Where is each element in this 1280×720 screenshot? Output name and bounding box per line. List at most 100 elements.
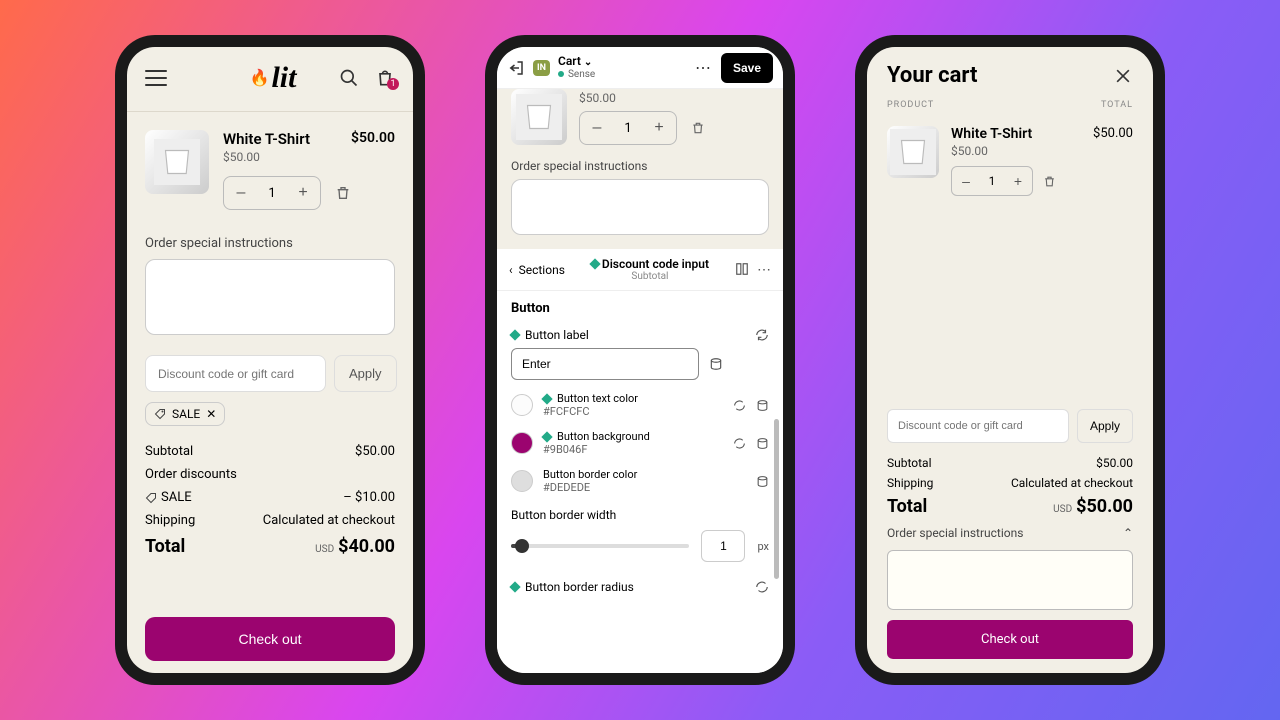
trash-icon[interactable] (1043, 175, 1056, 188)
page-title: Your cart (887, 63, 977, 88)
total-label: Total (145, 536, 185, 557)
instructions-textarea[interactable] (511, 179, 769, 235)
search-icon[interactable] (339, 68, 359, 88)
breadcrumb-subtitle: Subtotal (565, 271, 735, 282)
instructions-label: Order special instructions (511, 159, 769, 173)
product-total: $50.00 (351, 130, 395, 148)
sync-icon[interactable] (755, 328, 769, 342)
more-icon[interactable]: ⋯ (691, 58, 715, 77)
qty-plus[interactable]: + (642, 112, 676, 144)
scrollbar[interactable] (774, 419, 779, 579)
diamond-icon (589, 258, 600, 269)
subtotal-value: $50.00 (355, 444, 395, 459)
discounts-label: Order discounts (145, 467, 237, 482)
cart-icon[interactable]: 1 (375, 68, 395, 88)
qty-plus[interactable]: + (286, 177, 320, 209)
discount-chip[interactable]: SALE ✕ (145, 402, 225, 426)
border-width-label: Button border width (497, 500, 783, 524)
status-dot (558, 71, 564, 77)
instructions-toggle[interactable]: Order special instructions ⌃ (887, 520, 1133, 546)
diamond-icon (509, 581, 520, 592)
database-icon[interactable] (709, 357, 723, 371)
product-unit-price: $50.00 (579, 91, 769, 105)
shipping-label: Shipping (887, 476, 933, 490)
cart-badge: 1 (387, 78, 399, 90)
chip-remove[interactable]: ✕ (206, 407, 216, 421)
color-swatch[interactable] (511, 432, 533, 454)
color-swatch[interactable] (511, 394, 533, 416)
tag-icon (145, 492, 157, 504)
field-label: Button border radius (525, 580, 634, 594)
product-unit-price: $50.00 (223, 150, 395, 164)
color-hex: #DEDEDE (543, 481, 746, 494)
color-field-text[interactable]: Button text color #FCFCFC (497, 386, 783, 424)
color-field-bg[interactable]: Button background #9B046F (497, 424, 783, 462)
trash-icon[interactable] (691, 121, 705, 135)
checkout-button[interactable]: Check out (145, 617, 395, 661)
save-button[interactable]: Save (721, 53, 773, 83)
button-label-input[interactable] (511, 348, 699, 380)
cart-item: White T-Shirt $50.00 $50.00 – 1 + (145, 130, 395, 210)
diamond-icon (541, 431, 552, 442)
border-width-input[interactable] (701, 530, 745, 562)
shipping-value: Calculated at checkout (263, 513, 395, 528)
instructions-textarea[interactable] (887, 550, 1133, 610)
col-total: TOTAL (1101, 100, 1133, 110)
checkout-button[interactable]: Check out (887, 620, 1133, 659)
sync-icon[interactable] (755, 580, 769, 594)
unit-label: px (757, 540, 769, 553)
quantity-stepper[interactable]: – 1 + (223, 176, 321, 210)
qty-minus[interactable]: – (952, 173, 980, 189)
section-heading: Button (497, 291, 783, 322)
database-icon[interactable] (756, 399, 769, 412)
menu-icon[interactable] (145, 70, 167, 86)
product-thumbnail (511, 89, 567, 145)
diamond-icon (541, 393, 552, 404)
quantity-stepper[interactable]: – 1 + (579, 111, 677, 145)
qty-value: 1 (980, 174, 1004, 188)
field-label: Button label (525, 328, 589, 342)
qty-minus[interactable]: – (580, 112, 614, 144)
color-field-border[interactable]: Button border color #DEDEDE (497, 462, 783, 500)
product-title: White T-Shirt (223, 130, 310, 148)
total-value: $40.00 (338, 536, 395, 557)
store-badge: IN (533, 60, 550, 76)
layout-icon[interactable] (735, 262, 749, 276)
sync-icon[interactable] (733, 399, 746, 412)
quantity-stepper[interactable]: – 1 + (951, 166, 1033, 196)
trash-icon[interactable] (335, 185, 351, 201)
discount-input[interactable] (887, 409, 1069, 443)
instructions-label: Order special instructions (145, 236, 395, 251)
brand-logo: 🔥lit (250, 61, 297, 95)
diamond-icon (509, 329, 520, 340)
tag-icon (154, 408, 166, 420)
apply-button[interactable]: Apply (334, 355, 397, 392)
total-value: $50.00 (1076, 496, 1133, 517)
close-icon[interactable] (1113, 66, 1133, 86)
sync-icon[interactable] (733, 437, 746, 450)
chevron-down-icon[interactable]: ⌄ (584, 57, 592, 68)
shipping-value: Calculated at checkout (1011, 476, 1133, 490)
color-swatch[interactable] (511, 470, 533, 492)
border-width-slider[interactable] (511, 544, 689, 548)
sale-amount: – $10.00 (343, 490, 395, 505)
qty-value: 1 (614, 121, 642, 136)
product-unit-price: $50.00 (951, 144, 1133, 158)
more-icon[interactable]: ⋯ (757, 262, 771, 278)
page-selector[interactable]: Cart (558, 54, 581, 68)
discount-input[interactable] (145, 355, 326, 392)
breadcrumb-back[interactable]: ‹Sections (509, 263, 565, 277)
database-icon[interactable] (756, 437, 769, 450)
qty-plus[interactable]: + (1004, 173, 1032, 189)
product-title: White T-Shirt (951, 126, 1032, 142)
col-product: PRODUCT (887, 100, 934, 110)
exit-icon[interactable] (507, 59, 525, 77)
apply-button[interactable]: Apply (1077, 409, 1133, 443)
database-icon[interactable] (756, 475, 769, 488)
breadcrumb-title: Discount code input (602, 257, 709, 271)
product-thumbnail (145, 130, 209, 194)
subtotal-value: $50.00 (1096, 456, 1133, 470)
instructions-textarea[interactable] (145, 259, 395, 335)
chevron-up-icon: ⌃ (1123, 526, 1133, 540)
qty-minus[interactable]: – (224, 177, 258, 209)
